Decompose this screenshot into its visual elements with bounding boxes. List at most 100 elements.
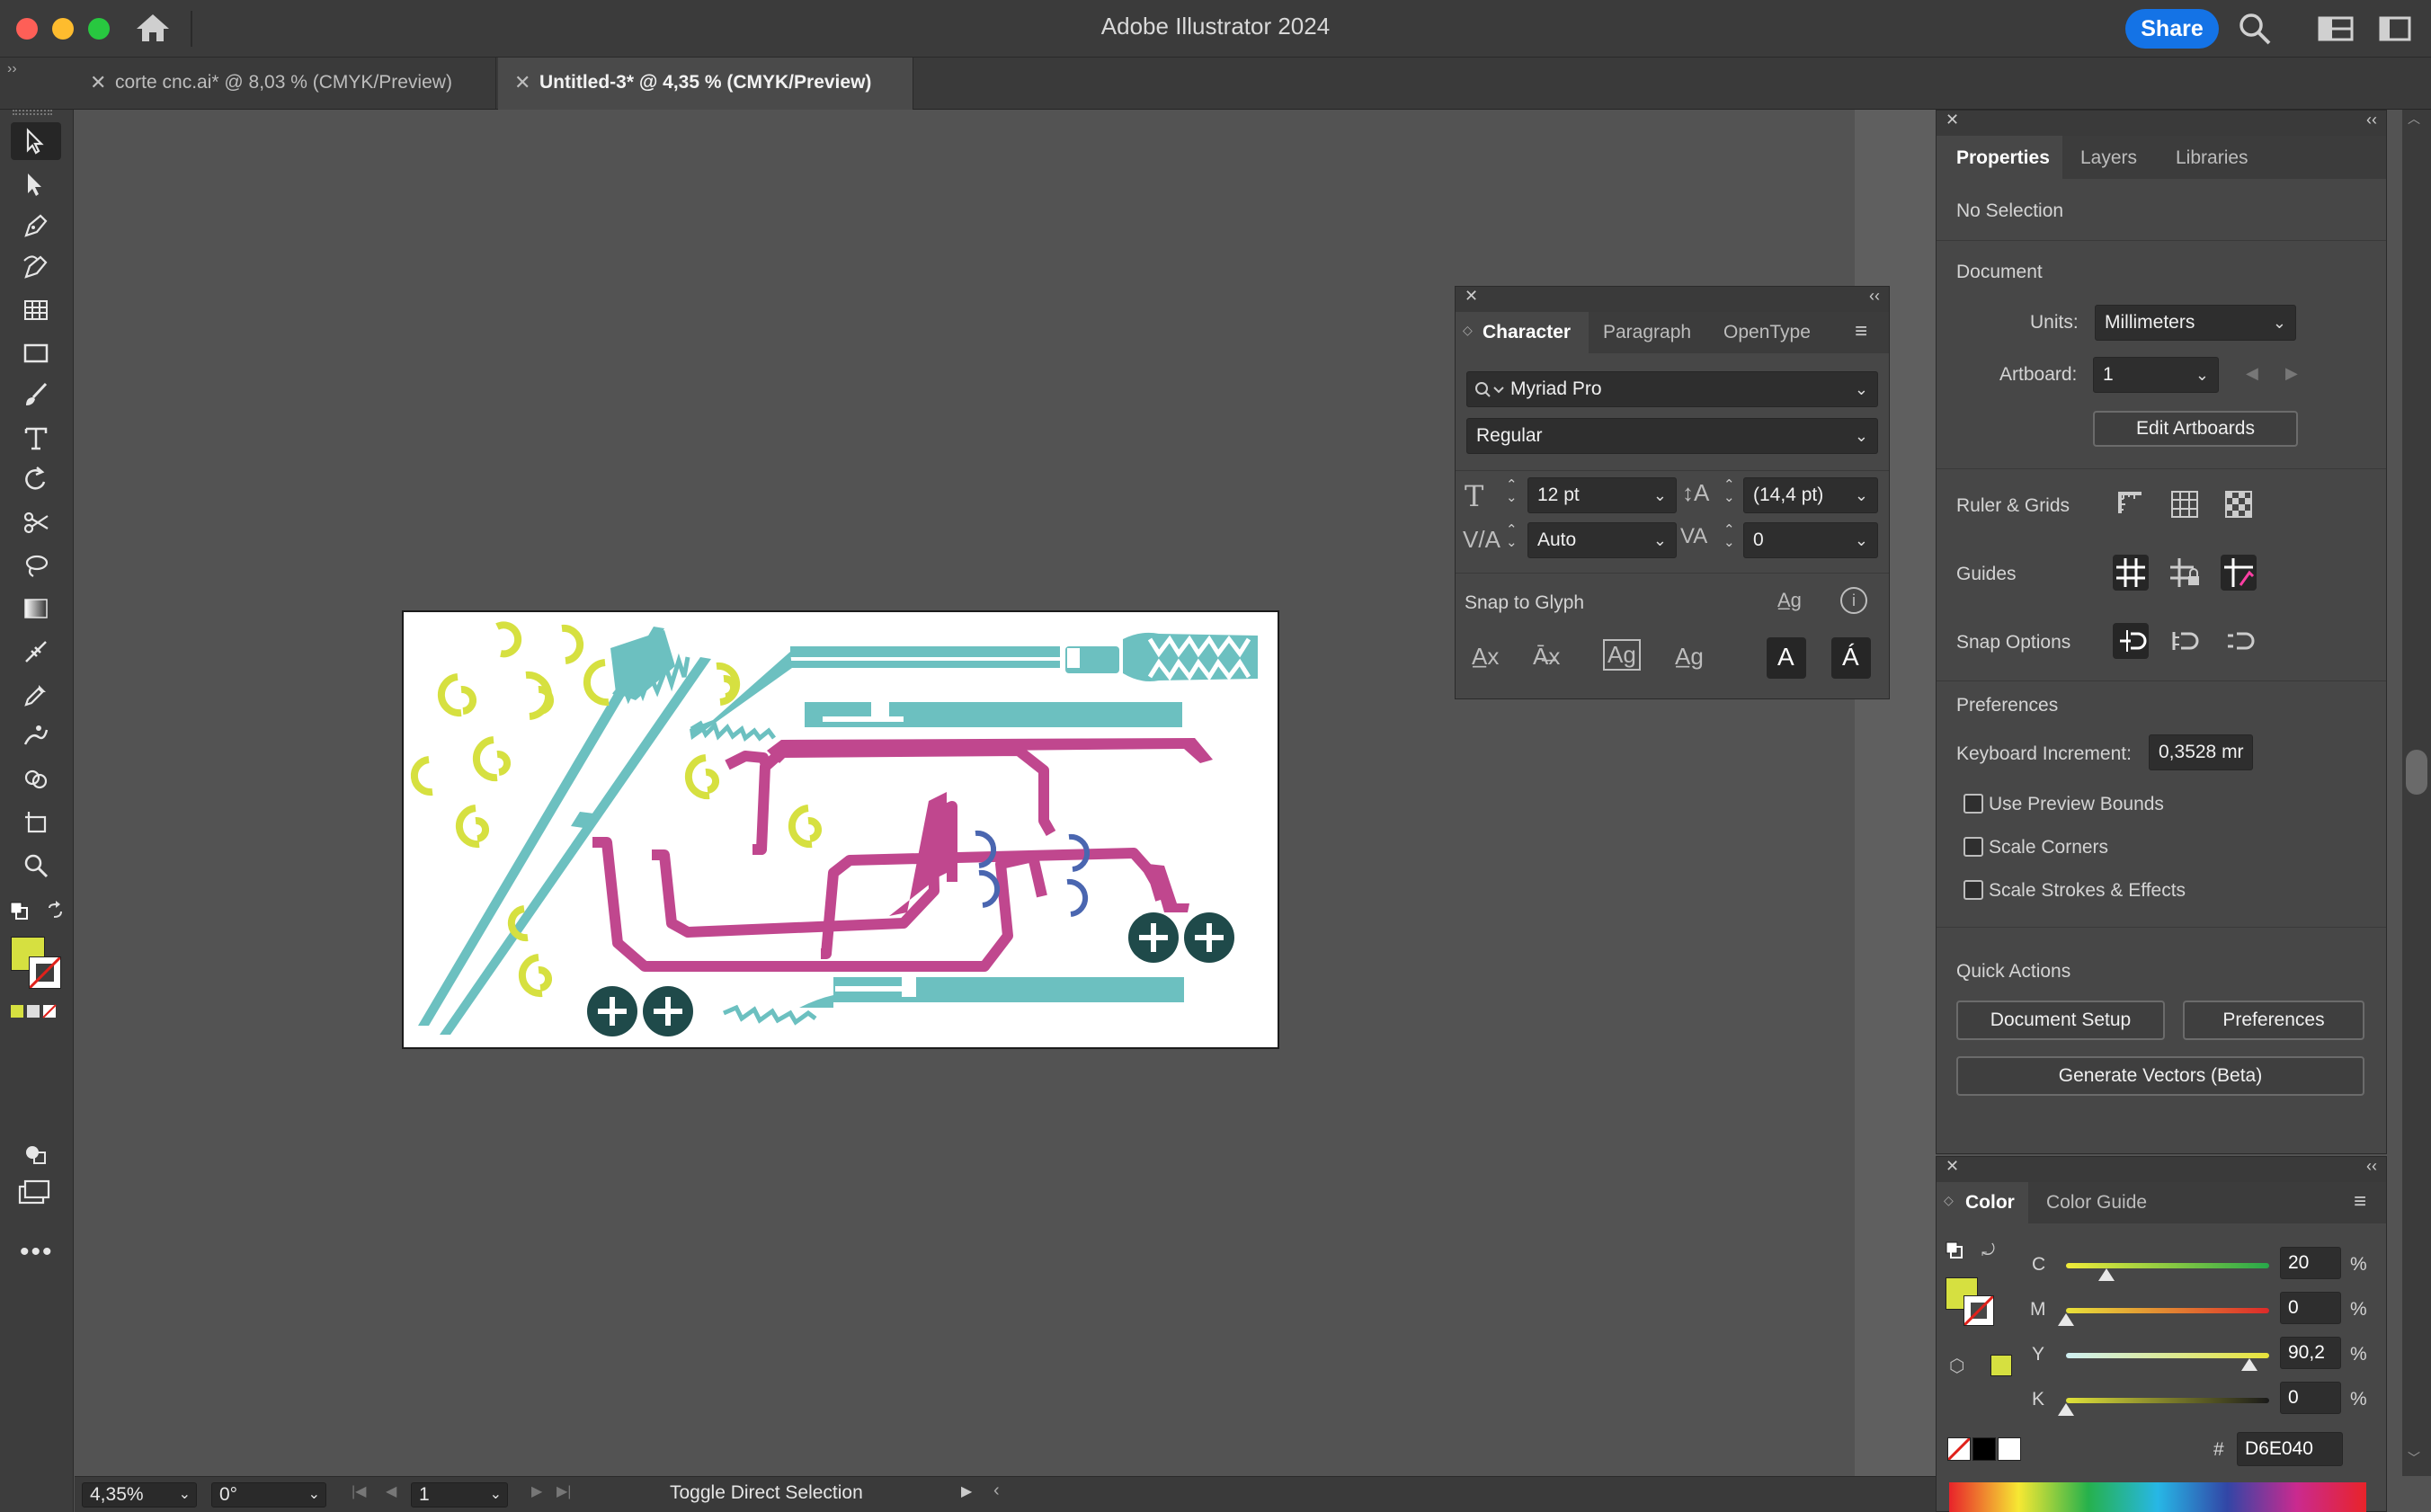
hex-field[interactable]: D6E040 (2237, 1432, 2343, 1466)
artboard[interactable] (402, 610, 1279, 1049)
panel-menu-icon[interactable]: ≡ (1855, 319, 1867, 344)
glyph-options-icon[interactable]: A̲g (1777, 589, 1802, 612)
yellow-slider-thumb[interactable] (2240, 1358, 2257, 1371)
scissors-tool-icon[interactable] (11, 503, 61, 541)
puppet-warp-tool-icon[interactable] (11, 717, 61, 755)
cyan-slider[interactable] (2066, 1263, 2269, 1268)
curvature-tool-icon[interactable] (11, 248, 61, 286)
tracking-stepper[interactable]: ⌃ ⌄ (1723, 523, 1735, 549)
vertical-scrollbar[interactable]: ︿ ﹀ (2402, 110, 2431, 1476)
rotate-tool-icon[interactable] (11, 460, 61, 498)
selection-tool-icon[interactable] (11, 122, 61, 160)
font-size-stepper[interactable]: ⌃ ⌄ (1506, 478, 1518, 504)
black-value-field[interactable]: 0 (2280, 1382, 2341, 1414)
document-setup-button[interactable]: Document Setup (1956, 1001, 2165, 1040)
zoom-field[interactable]: 4,35% ⌄ (82, 1482, 197, 1508)
share-button[interactable]: Share (2125, 9, 2219, 49)
previous-artboard-icon[interactable]: ◀ (2246, 364, 2258, 383)
close-panel-icon[interactable]: ✕ (1946, 111, 1959, 129)
keyboard-increment-field[interactable]: 0,3528 mr (2149, 734, 2253, 770)
direct-selection-tool-icon[interactable] (11, 165, 61, 203)
yellow-value-field[interactable]: 90,2 (2280, 1337, 2341, 1369)
info-icon[interactable]: i (1840, 587, 1867, 614)
next-artboard-icon[interactable]: ▶ (531, 1482, 542, 1500)
draw-mode-icon[interactable] (22, 1140, 49, 1171)
snap-angular-icon[interactable]: A (1767, 637, 1806, 679)
first-artboard-icon[interactable]: |◀ (352, 1482, 366, 1500)
magenta-slider-thumb[interactable] (2058, 1313, 2074, 1326)
black-slider[interactable] (2066, 1398, 2269, 1403)
tab-color[interactable]: ◇ Color (1937, 1182, 2028, 1223)
screen-mode-icon[interactable] (18, 1179, 50, 1211)
black-swatch[interactable] (1972, 1437, 1996, 1461)
search-icon[interactable] (2237, 11, 2273, 51)
tab-libraries[interactable]: Libraries (2176, 147, 2248, 169)
stroke-color-swatch[interactable] (29, 956, 61, 989)
scrollbar-thumb[interactable] (2406, 750, 2427, 795)
kerning-field[interactable]: Auto ⌄ (1527, 522, 1677, 558)
edit-artboards-button[interactable]: Edit Artboards (2093, 411, 2298, 447)
preferences-button[interactable]: Preferences (2183, 1001, 2364, 1040)
close-panel-icon[interactable]: ✕ (1465, 287, 1478, 306)
tab-corte-cnc[interactable]: ✕ corte cnc.ai* @ 8,03 % (CMYK/Preview) (74, 58, 496, 110)
tab-color-guide[interactable]: Color Guide (2046, 1192, 2147, 1214)
snap-to-point-icon[interactable] (2113, 623, 2149, 659)
collapse-panel-icon[interactable]: ‹‹ (2366, 111, 2377, 129)
tab-untitled-3[interactable]: ✕ Untitled-3* @ 4,35 % (CMYK/Preview) (498, 58, 913, 110)
close-panel-icon[interactable]: ✕ (1946, 1157, 1959, 1176)
ruler-icon[interactable] (2113, 486, 2149, 522)
default-fill-stroke-icon[interactable] (9, 901, 29, 925)
close-tab-icon[interactable]: ✕ (514, 58, 530, 108)
panel-menu-icon[interactable]: ≡ (2354, 1189, 2366, 1214)
white-swatch[interactable] (1998, 1437, 2021, 1461)
use-preview-bounds-checkbox[interactable] (1964, 794, 1983, 814)
scale-corners-checkbox[interactable] (1964, 837, 1983, 857)
swap-fill-stroke-icon[interactable] (45, 901, 65, 925)
font-style-dropdown[interactable]: Regular ⌄ (1466, 418, 1878, 454)
status-menu-icon[interactable]: ▶ (961, 1482, 972, 1500)
swap-fill-stroke-icon[interactable]: ⤾ (1981, 1241, 1995, 1260)
collapse-panel-icon[interactable]: ‹‹ (2366, 1157, 2377, 1176)
rotation-field[interactable]: 0° ⌄ (211, 1482, 326, 1508)
tab-paragraph[interactable]: Paragraph (1603, 322, 1691, 343)
lock-guides-icon[interactable] (2167, 555, 2203, 591)
artboard-number-field[interactable]: 1 ⌄ (411, 1482, 508, 1508)
tab-character[interactable]: ◇ Character (1456, 312, 1589, 353)
tab-layers[interactable]: Layers (2080, 147, 2137, 169)
artboard-tool-icon[interactable] (11, 804, 61, 841)
black-slider-thumb[interactable] (2058, 1403, 2074, 1416)
scale-strokes-checkbox[interactable] (1964, 880, 1983, 900)
last-artboard-icon[interactable]: ▶| (557, 1482, 571, 1500)
snap-anchor-icon[interactable]: Á (1831, 637, 1871, 679)
snap-baseline-icon[interactable]: A̲x (1472, 643, 1499, 671)
kerning-stepper[interactable]: ⌃ ⌄ (1506, 523, 1518, 549)
none-swatch[interactable] (1947, 1437, 1971, 1461)
expand-toolbar-icon[interactable]: ›› (7, 61, 17, 77)
leading-field[interactable]: (14,4 pt) ⌄ (1743, 477, 1878, 513)
next-artboard-icon[interactable]: ▶ (2285, 364, 2298, 383)
units-dropdown[interactable]: Millimeters ⌄ (2095, 305, 2296, 341)
snap-glyph-bounds-icon[interactable]: Ag (1603, 639, 1641, 671)
tracking-field[interactable]: 0 ⌄ (1743, 522, 1878, 558)
zoom-tool-icon[interactable] (11, 847, 61, 885)
grid-tool-icon[interactable] (11, 291, 61, 329)
workspace-switcher-icon[interactable] (2318, 14, 2354, 48)
leading-stepper[interactable]: ⌃ ⌄ (1723, 478, 1735, 504)
collapse-panel-icon[interactable]: ‹‹ (1869, 287, 1880, 306)
out-of-gamut-icon[interactable]: ⬡ (1949, 1355, 1964, 1377)
generate-vectors-button[interactable]: Generate Vectors (Beta) (1956, 1056, 2364, 1096)
previous-artboard-icon[interactable]: ◀ (386, 1482, 396, 1500)
magenta-slider[interactable] (2066, 1308, 2269, 1313)
paintbrush-tool-icon[interactable] (11, 376, 61, 414)
scroll-left-icon[interactable]: ‹ (993, 1481, 1000, 1501)
snap-x-height-icon[interactable]: Ā̶x (1533, 643, 1560, 671)
panel-toggle-icon[interactable] (2379, 14, 2411, 48)
snap-to-pixel-icon[interactable] (2167, 623, 2203, 659)
color-stroke-swatch[interactable] (1964, 1295, 1994, 1326)
font-family-dropdown[interactable]: Myriad Pro ⌄ (1466, 371, 1878, 407)
color-spectrum[interactable] (1949, 1482, 2366, 1512)
grid-icon[interactable] (2167, 486, 2203, 522)
color-mode-icons[interactable] (11, 1003, 61, 1024)
lasso-tool-icon[interactable] (11, 547, 61, 584)
magenta-value-field[interactable]: 0 (2280, 1292, 2341, 1324)
